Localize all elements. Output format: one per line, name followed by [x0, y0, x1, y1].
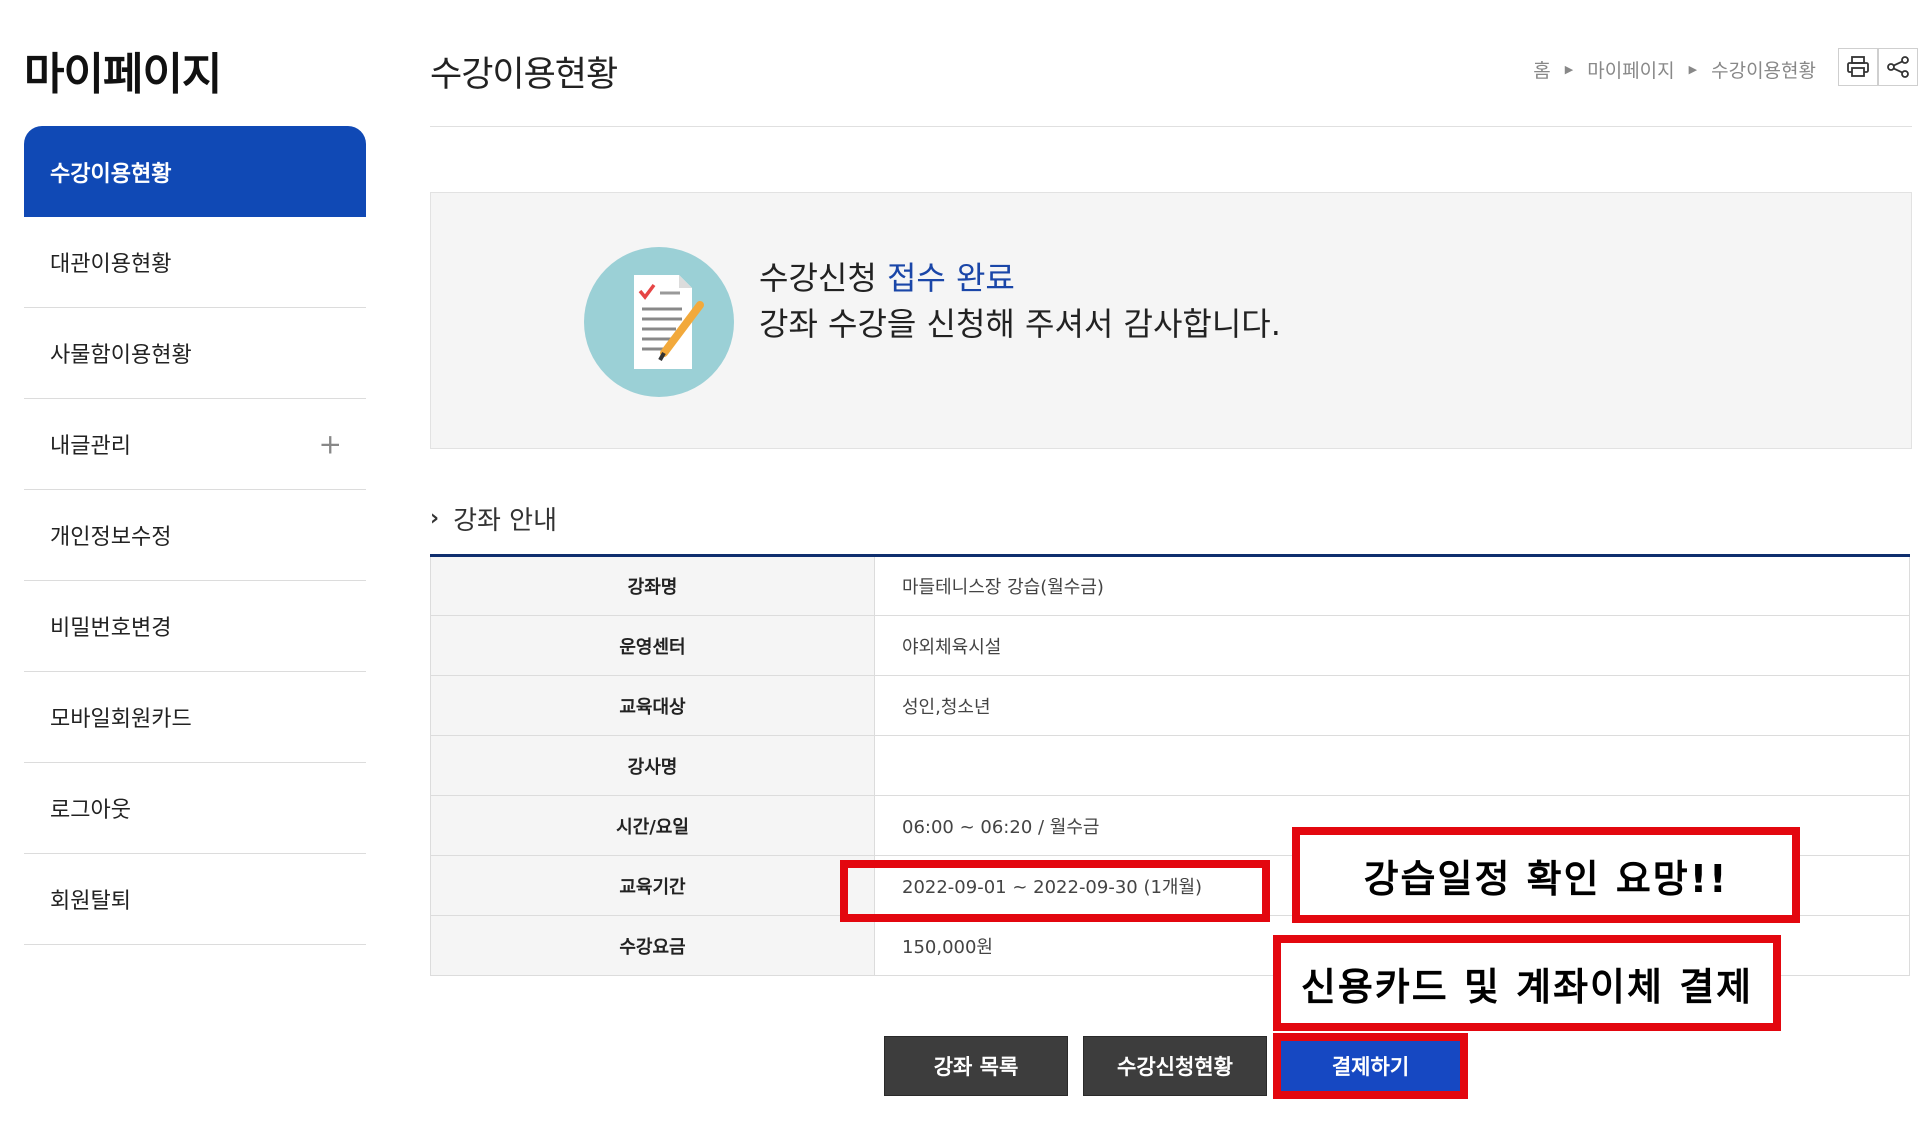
row-value: 야외체육시설: [874, 615, 1910, 676]
share-button[interactable]: [1878, 48, 1918, 86]
table-row: 강좌명 마들테니스장 강습(월수금): [430, 555, 1910, 616]
sidebar-menu: 수강이용현황 대관이용현황 사물함이용현황 내글관리 + 개인정보수정 비밀번호변…: [24, 126, 366, 945]
page-title: 수강이용현황: [430, 55, 618, 95]
breadcrumb-mypage[interactable]: 마이페이지: [1587, 56, 1674, 83]
sidebar-item-my-posts[interactable]: 내글관리 +: [24, 399, 366, 490]
sidebar-item-edit-profile[interactable]: 개인정보수정: [24, 490, 366, 581]
sidebar-item-label: 비밀번호변경: [50, 616, 172, 641]
row-label: 강사명: [430, 735, 875, 796]
section-title: › 강좌 안내: [430, 500, 557, 537]
table-row: 교육대상 성인,청소년: [430, 675, 1910, 736]
row-value: [874, 735, 1910, 796]
annotation-schedule-note: 강습일정 확인 요망!!: [1292, 827, 1800, 923]
sidebar-item-rental-status[interactable]: 대관이용현황: [24, 217, 366, 308]
breadcrumb-current[interactable]: 수강이용현황: [1711, 56, 1816, 83]
enrollment-status-button[interactable]: 수강신청현황: [1083, 1036, 1267, 1096]
sidebar-item-label: 대관이용현황: [50, 252, 172, 277]
row-label: 시간/요일: [430, 795, 875, 856]
sidebar-item-label: 로그아웃: [50, 798, 131, 823]
sidebar-item-label: 사물함이용현황: [50, 343, 192, 368]
row-value: 마들테니스장 강습(월수금): [874, 555, 1910, 616]
sidebar-title: 마이페이지: [24, 49, 222, 100]
row-label: 교육기간: [430, 855, 875, 916]
row-label: 교육대상: [430, 675, 875, 736]
completion-heading-highlight: 접수 완료: [886, 259, 1015, 297]
annotation-payment-note: 신용카드 및 계좌이체 결제: [1273, 935, 1781, 1031]
header-divider: [430, 126, 1912, 127]
caret-right-icon: ▶: [1688, 63, 1698, 76]
sidebar-item-label: 모바일회원카드: [50, 707, 192, 732]
sidebar-item-label: 회원탈퇴: [50, 889, 131, 914]
breadcrumb: 홈 ▶ 마이페이지 ▶ 수강이용현황: [1533, 56, 1816, 83]
row-label: 운영센터: [430, 615, 875, 676]
print-button[interactable]: [1838, 48, 1878, 86]
sidebar-item-change-password[interactable]: 비밀번호변경: [24, 581, 366, 672]
row-label: 강좌명: [430, 555, 875, 616]
sidebar-item-withdraw[interactable]: 회원탈퇴: [24, 854, 366, 945]
sidebar-item-label: 수강이용현황: [50, 161, 172, 187]
caret-right-icon: ▶: [1564, 63, 1574, 76]
table-row: 운영센터 야외체육시설: [430, 615, 1910, 676]
completion-panel: 수강신청 접수 완료 강좌 수강을 신청해 주셔서 감사합니다.: [430, 192, 1912, 449]
sidebar-item-label: 내글관리: [50, 434, 131, 459]
period-highlight-box: [840, 860, 1270, 922]
breadcrumb-home[interactable]: 홈: [1533, 56, 1550, 83]
completion-heading: 수강신청 접수 완료: [759, 253, 1015, 299]
document-checklist-icon: [634, 275, 704, 369]
print-icon: [1847, 56, 1869, 77]
pay-button[interactable]: 결제하기: [1281, 1041, 1460, 1091]
table-row: 강사명: [430, 735, 1910, 796]
sidebar-item-label: 개인정보수정: [50, 525, 172, 550]
sidebar-item-mobile-card[interactable]: 모바일회원카드: [24, 672, 366, 763]
course-list-button[interactable]: 강좌 목록: [884, 1036, 1068, 1096]
section-title-label: 강좌 안내: [453, 506, 558, 536]
completion-heading-prefix: 수강신청: [759, 259, 877, 297]
sidebar-item-course-status[interactable]: 수강이용현황: [24, 126, 366, 217]
share-icon: [1887, 56, 1909, 78]
row-label: 수강요금: [430, 915, 875, 976]
completion-icon-circle: [584, 247, 734, 397]
sidebar-item-logout[interactable]: 로그아웃: [24, 763, 366, 854]
completion-message: 강좌 수강을 신청해 주셔서 감사합니다.: [759, 305, 1281, 343]
plus-icon[interactable]: +: [319, 428, 342, 461]
chevron-right-icon: ›: [430, 506, 440, 531]
sidebar-item-locker-status[interactable]: 사물함이용현황: [24, 308, 366, 399]
row-value: 성인,청소년: [874, 675, 1910, 736]
